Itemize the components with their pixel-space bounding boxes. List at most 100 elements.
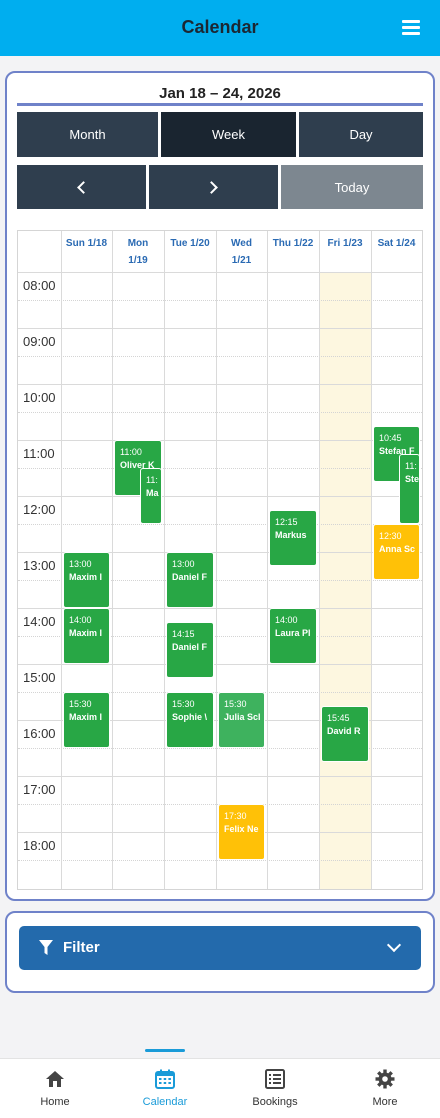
page-title: Calendar xyxy=(181,17,259,37)
event-name: Anna Sc xyxy=(379,544,416,554)
hour-line xyxy=(18,664,422,665)
event-card[interactable]: 11: Ma xyxy=(140,468,162,524)
event-name: Markus xyxy=(275,530,307,540)
view-month-button[interactable]: Month xyxy=(17,112,158,157)
event-time: 11:00 xyxy=(120,447,142,457)
hour-label: 18:00 xyxy=(23,838,56,853)
day-header[interactable]: Wed 1/21 xyxy=(216,235,267,269)
event-card[interactable]: 17:30 Felix Ne xyxy=(218,804,265,860)
event-name: David R xyxy=(327,726,361,736)
event-card[interactable]: 15:30 Sophie \ xyxy=(166,692,214,748)
list-icon xyxy=(265,1069,285,1089)
half-hour-line xyxy=(18,468,422,469)
hour-label: 09:00 xyxy=(23,334,56,349)
day-header[interactable]: Mon 1/19 xyxy=(112,235,164,269)
gear-icon xyxy=(375,1069,395,1089)
day-header[interactable]: Thu 1/22 xyxy=(267,235,319,252)
event-time: 14:15 xyxy=(172,629,195,639)
half-hour-line xyxy=(18,300,422,301)
event-name: Julia Scl xyxy=(224,712,261,722)
event-card[interactable]: 13:00 Maxim I xyxy=(63,552,110,608)
filter-toggle[interactable]: Filter xyxy=(19,926,421,970)
day-header-label: Tue 1/20 xyxy=(170,238,210,249)
calendar-card: Jan 18 – 24, 2026 Month Week Day Today 0… xyxy=(5,71,435,901)
filter-card: Filter xyxy=(5,911,435,993)
next-week-button[interactable] xyxy=(149,165,278,209)
day-header[interactable]: Fri 1/23 xyxy=(319,235,371,252)
event-time: 15:45 xyxy=(327,713,350,723)
day-header[interactable]: Tue 1/20 xyxy=(164,235,216,252)
event-name: Maxim I xyxy=(69,712,103,722)
range-underline xyxy=(17,103,423,106)
day-header-label: Thu 1/22 xyxy=(272,238,314,249)
tab-calendar-label: Calendar xyxy=(142,1096,188,1108)
event-card[interactable]: 15:30 Maxim I xyxy=(63,692,110,748)
half-hour-line xyxy=(18,412,422,413)
event-card[interactable]: 15:45 David R xyxy=(321,706,369,762)
prev-week-button[interactable] xyxy=(17,165,146,209)
hour-line xyxy=(18,496,422,497)
event-time: 13:00 xyxy=(69,559,92,569)
event-name: Sophie \ xyxy=(172,712,208,722)
active-tab-indicator xyxy=(145,1049,185,1052)
event-name: Laura Pl xyxy=(275,628,311,638)
chevron-left-icon xyxy=(77,180,90,194)
hour-label: 14:00 xyxy=(23,614,56,629)
hamburger-icon[interactable] xyxy=(402,20,420,35)
event-card[interactable]: 12:15 Markus xyxy=(269,510,317,566)
event-card[interactable]: 12:30 Anna Sc xyxy=(373,524,420,580)
tab-home[interactable]: Home xyxy=(0,1059,110,1118)
hour-label: 11:00 xyxy=(23,446,55,461)
day-header[interactable]: Sun 1/18 xyxy=(61,235,112,252)
day-header-label: Fri 1/23 xyxy=(327,238,363,249)
half-hour-line xyxy=(18,860,422,861)
bottom-tab-bar: Home Calendar Bookings More xyxy=(0,1058,440,1118)
chevron-right-icon xyxy=(205,180,218,194)
hour-label: 10:00 xyxy=(23,390,56,405)
event-time: 12:30 xyxy=(379,531,402,541)
week-grid: 08:00 09:00 10:00 11:00 12:00 13:00 14:00 15:00… xyxy=(17,230,423,890)
day-header-label: Mon xyxy=(127,238,149,249)
event-name: Maxim I xyxy=(69,628,103,638)
half-hour-line xyxy=(18,524,422,525)
chevron-down-icon xyxy=(386,937,402,953)
event-time: 11: xyxy=(146,475,158,485)
calendar-icon xyxy=(155,1069,175,1089)
tab-calendar[interactable]: Calendar xyxy=(110,1059,220,1118)
event-card[interactable]: 14:00 Laura Pl xyxy=(269,608,317,664)
event-time: 15:30 xyxy=(224,699,247,709)
today-button[interactable]: Today xyxy=(281,165,423,209)
event-time: 17:30 xyxy=(224,811,247,821)
day-column-line xyxy=(164,231,165,889)
day-header-label: Sat 1/24 xyxy=(377,238,416,249)
tab-more[interactable]: More xyxy=(330,1059,440,1118)
hour-line xyxy=(18,440,422,441)
event-name: Ma xyxy=(146,488,159,498)
tab-home-label: Home xyxy=(40,1096,70,1108)
event-card[interactable]: 15:30 Julia Scl xyxy=(218,692,265,748)
day-column-line xyxy=(267,231,268,889)
day-header-date: 1/19 xyxy=(128,255,148,266)
day-header[interactable]: Sat 1/24 xyxy=(371,235,422,252)
event-card[interactable]: 14:00 Maxim I xyxy=(63,608,110,664)
tab-bookings-label: Bookings xyxy=(252,1096,298,1108)
day-column-line xyxy=(371,231,372,889)
home-icon xyxy=(46,1071,64,1087)
view-day-button[interactable]: Day xyxy=(299,112,423,157)
hour-line xyxy=(18,776,422,777)
tab-bookings[interactable]: Bookings xyxy=(220,1059,330,1118)
event-card[interactable]: 14:15 Daniel F xyxy=(166,622,214,678)
hour-line xyxy=(18,272,422,273)
event-name: Daniel F xyxy=(172,572,208,582)
event-name: Maxim I xyxy=(69,572,103,582)
day-header-label: Wed xyxy=(231,238,252,249)
hour-label: 12:00 xyxy=(23,502,56,517)
event-name: Felix Ne xyxy=(224,824,259,834)
event-card[interactable]: 11: Ste xyxy=(399,454,420,524)
hour-label: 13:00 xyxy=(23,558,56,573)
event-card[interactable]: 13:00 Daniel F xyxy=(166,552,214,608)
view-week-button[interactable]: Week xyxy=(161,112,296,157)
event-name: Daniel F xyxy=(172,642,208,652)
event-time: 15:30 xyxy=(69,699,92,709)
date-range-title: Jan 18 – 24, 2026 xyxy=(159,85,281,102)
